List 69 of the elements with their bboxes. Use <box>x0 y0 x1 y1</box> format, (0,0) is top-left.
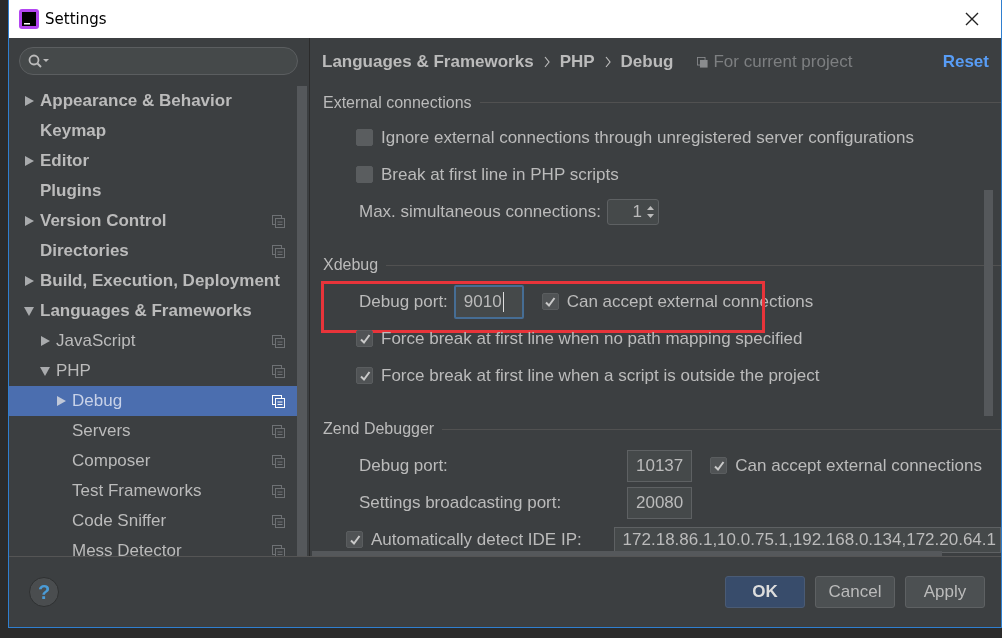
tree-item[interactable]: Mess Detector <box>9 536 298 556</box>
checkbox-label[interactable]: Force break at first line when no path mapping specified <box>381 328 803 349</box>
tree-item[interactable]: Languages & Frameworks <box>9 296 298 326</box>
expand-arrow-icon[interactable] <box>23 155 35 167</box>
checkbox-label[interactable]: Automatically detect IDE IP: <box>371 529 582 550</box>
scrollbar[interactable] <box>297 86 307 556</box>
checkbox[interactable] <box>346 531 363 548</box>
scope-note: For current project <box>713 52 853 72</box>
checkbox[interactable] <box>356 166 373 183</box>
tree-item[interactable]: Code Sniffer <box>9 506 298 536</box>
tree-item[interactable]: Plugins <box>9 176 298 206</box>
dialog-button[interactable]: Cancel <box>815 576 895 608</box>
field-label: Debug port: <box>359 455 449 476</box>
scrollbar[interactable] <box>984 190 993 416</box>
expand-arrow-icon[interactable] <box>23 275 35 287</box>
tree-item[interactable]: Version Control <box>9 206 298 236</box>
checkbox-label[interactable]: Can accept external connections <box>735 455 982 476</box>
field-label: Max. simultaneous connections: <box>359 201 601 222</box>
checkbox[interactable] <box>541 293 559 310</box>
port-field[interactable]: 20080 <box>627 486 693 519</box>
tree-item[interactable]: JavaScript <box>9 326 298 356</box>
section-title: External connections <box>323 93 472 112</box>
port-field[interactable]: 10137 <box>627 449 693 482</box>
tree-item[interactable]: Build, Execution, Deployment <box>9 266 298 296</box>
ip-field[interactable]: 172.18.86.1,10.0.75.1,192.168.0.134,172.20.64.1 <box>613 526 1001 553</box>
search-icon <box>28 54 50 68</box>
chevron-icon <box>604 56 611 68</box>
scrollbar[interactable] <box>312 551 942 556</box>
tree-item[interactable]: Composer <box>9 446 298 476</box>
tree-item[interactable]: Keymap <box>9 116 298 146</box>
app-logo-icon <box>19 9 39 29</box>
tree-item[interactable]: PHP <box>9 356 298 386</box>
help-button[interactable]: ? <box>29 577 59 607</box>
checkbox-label[interactable]: Force break at first line when a script is outside the project <box>381 365 820 386</box>
checkbox[interactable] <box>710 457 728 474</box>
checkbox[interactable] <box>356 330 373 347</box>
tree-item[interactable]: Servers <box>9 416 298 446</box>
checkbox[interactable] <box>356 129 373 146</box>
copy-icon <box>697 56 709 68</box>
breadcrumb-item: Debug <box>620 52 674 72</box>
tree-item[interactable]: Editor <box>9 146 298 176</box>
checkbox-label[interactable]: Ignore external connections through unregistered server configurations <box>381 127 914 148</box>
number-spinner[interactable]: 1 <box>606 198 659 225</box>
collapse-arrow-icon[interactable] <box>23 305 35 317</box>
collapse-arrow-icon[interactable] <box>39 365 51 377</box>
dialog-button[interactable]: OK <box>725 576 805 608</box>
section-title: Xdebug <box>323 256 379 274</box>
expand-arrow-icon[interactable] <box>23 215 35 227</box>
tree-item[interactable]: Appearance & Behavior <box>9 86 298 116</box>
chevron-icon <box>543 56 550 68</box>
search-field[interactable] <box>19 47 298 75</box>
field-label: Settings broadcasting port: <box>359 492 563 513</box>
close-icon[interactable] <box>965 12 979 26</box>
section-title: Zend Debugger <box>323 420 435 438</box>
expand-arrow-icon[interactable] <box>23 95 35 107</box>
port-field[interactable]: 9010 <box>453 284 524 319</box>
tree-item[interactable]: Test Frameworks <box>9 476 298 506</box>
expand-arrow-icon[interactable] <box>39 335 51 347</box>
dialog-button[interactable]: Apply <box>905 576 985 608</box>
reset-link[interactable]: Reset <box>942 52 989 72</box>
field-label: Debug port: <box>359 291 448 312</box>
checkbox[interactable] <box>356 367 373 384</box>
window-title: Settings <box>45 10 107 28</box>
tree-item[interactable]: Directories <box>9 236 298 266</box>
breadcrumb-item: Languages & Frameworks <box>322 52 534 72</box>
tree-item[interactable]: Debug <box>9 386 298 416</box>
breadcrumb-item: PHP <box>559 52 595 72</box>
checkbox-label[interactable]: Break at first line in PHP scripts <box>381 164 619 185</box>
expand-arrow-icon[interactable] <box>55 395 67 407</box>
